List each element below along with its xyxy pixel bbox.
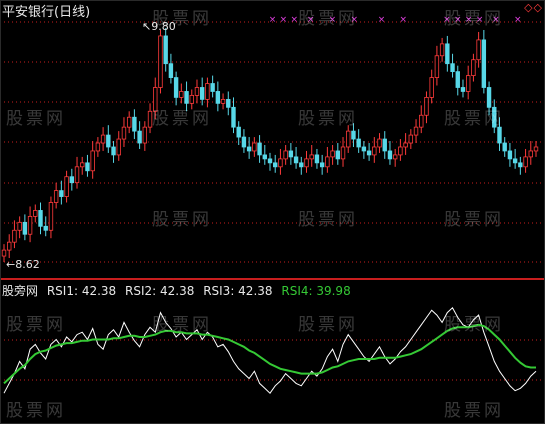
corner-marker-icon: ◇◇ (524, 1, 543, 14)
indicator-header: 股旁网 RSI1: 42.38 RSI2: 42.38 RSI3: 42.38 … (2, 282, 356, 299)
rsi4-value: RSI4: 39.98 (281, 284, 351, 298)
rsi3-value: RSI3: 42.38 (203, 284, 273, 298)
indicator-name: 股旁网 (2, 284, 39, 298)
min-price-label: ←8.62 (6, 258, 40, 271)
rsi2-value: RSI2: 42.38 (125, 284, 195, 298)
chart-title: 平安银行(日线) (2, 5, 91, 20)
max-price-label: ↖9.80 (142, 20, 176, 33)
rsi1-value: RSI1: 42.38 (46, 284, 117, 298)
chart-frame (0, 0, 545, 424)
